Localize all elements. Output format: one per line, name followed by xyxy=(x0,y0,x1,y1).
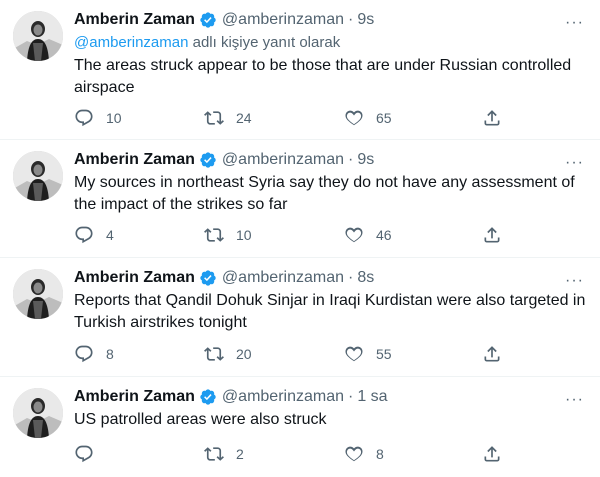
separator: · xyxy=(348,388,354,405)
tweet[interactable]: Amberin Zaman @amberinzaman · 9s ··· @am… xyxy=(0,0,600,140)
like-button[interactable]: 55 xyxy=(344,344,392,364)
reply-icon xyxy=(74,344,94,364)
share-icon xyxy=(482,344,502,364)
avatar[interactable] xyxy=(13,388,63,438)
author-name[interactable]: Amberin Zaman xyxy=(74,151,195,169)
verified-badge-icon xyxy=(199,151,217,169)
retweet-icon xyxy=(204,344,224,364)
tweet-actions: 8 20 55 xyxy=(74,342,504,366)
more-icon[interactable]: ··· xyxy=(564,15,584,31)
separator: · xyxy=(348,151,354,168)
like-count: 46 xyxy=(376,227,392,243)
avatar-image xyxy=(13,269,63,319)
like-count: 55 xyxy=(376,346,392,362)
tweet-text: Reports that Qandil Dohuk Sinjar in Iraq… xyxy=(74,292,586,331)
share-icon xyxy=(482,225,502,245)
like-count: 8 xyxy=(376,446,384,462)
reply-mention[interactable]: @amberinzaman xyxy=(74,34,188,51)
reply-button[interactable]: 4 xyxy=(74,225,114,245)
share-button[interactable] xyxy=(482,344,502,364)
reply-button[interactable] xyxy=(74,444,106,464)
avatar[interactable] xyxy=(13,151,63,201)
separator: · xyxy=(348,269,354,286)
timestamp[interactable]: 9s xyxy=(357,11,374,29)
tweet-text: US patrolled areas were also struck xyxy=(74,411,327,428)
reply-icon xyxy=(74,225,94,245)
share-icon xyxy=(482,444,502,464)
retweet-icon xyxy=(204,108,224,128)
tweet-header: Amberin Zaman @amberinzaman · 9s xyxy=(74,149,586,171)
tweet-text: My sources in northeast Syria say they d… xyxy=(74,174,575,213)
tweet-actions: 10 24 65 xyxy=(74,106,504,130)
timestamp[interactable]: 1 sa xyxy=(357,388,387,406)
like-icon xyxy=(344,444,364,464)
author-handle[interactable]: @amberinzaman xyxy=(222,11,344,29)
tweet-actions: 2 8 xyxy=(74,442,504,466)
author-handle[interactable]: @amberinzaman xyxy=(222,269,344,287)
tweet-header: Amberin Zaman @amberinzaman · 8s xyxy=(74,267,586,289)
retweet-icon xyxy=(204,444,224,464)
share-button[interactable] xyxy=(482,108,502,128)
more-icon[interactable]: ··· xyxy=(564,273,584,289)
separator: · xyxy=(348,11,354,28)
like-icon xyxy=(344,108,364,128)
retweet-button[interactable]: 2 xyxy=(204,444,244,464)
verified-badge-icon xyxy=(199,388,217,406)
timestamp[interactable]: 8s xyxy=(357,269,374,287)
reply-icon xyxy=(74,108,94,128)
like-button[interactable]: 8 xyxy=(344,444,384,464)
reply-button[interactable]: 10 xyxy=(74,108,122,128)
author-handle[interactable]: @amberinzaman xyxy=(222,388,344,406)
reply-count: 4 xyxy=(106,227,114,243)
share-button[interactable] xyxy=(482,444,502,464)
avatar-image xyxy=(13,11,63,61)
verified-badge-icon xyxy=(199,269,217,287)
tweet[interactable]: Amberin Zaman @amberinzaman · 8s ··· Rep… xyxy=(0,258,600,377)
author-handle[interactable]: @amberinzaman xyxy=(222,151,344,169)
tweet[interactable]: Amberin Zaman @amberinzaman · 1 sa ··· U… xyxy=(0,377,600,477)
retweet-icon xyxy=(204,225,224,245)
author-name[interactable]: Amberin Zaman xyxy=(74,388,195,406)
like-button[interactable]: 65 xyxy=(344,108,392,128)
retweet-button[interactable]: 10 xyxy=(204,225,252,245)
retweet-button[interactable]: 20 xyxy=(204,344,252,364)
reply-context-label: adlı kişiye yanıt olarak xyxy=(188,34,341,51)
verified-badge-icon xyxy=(199,11,217,29)
reply-icon xyxy=(74,444,94,464)
more-icon[interactable]: ··· xyxy=(564,155,584,171)
tweet-header: Amberin Zaman @amberinzaman · 9s xyxy=(74,9,586,31)
share-icon xyxy=(482,108,502,128)
retweet-count: 2 xyxy=(236,446,244,462)
tweet-header: Amberin Zaman @amberinzaman · 1 sa xyxy=(74,386,586,408)
avatar-image xyxy=(13,151,63,201)
tweet-actions: 4 10 46 xyxy=(74,223,504,247)
like-count: 65 xyxy=(376,110,392,126)
tweet-text: The areas struck appear to be those that… xyxy=(74,57,572,96)
share-button[interactable] xyxy=(482,225,502,245)
timestamp[interactable]: 9s xyxy=(357,151,374,169)
like-icon xyxy=(344,344,364,364)
retweet-count: 20 xyxy=(236,346,252,362)
reply-button[interactable]: 8 xyxy=(74,344,114,364)
reply-count: 10 xyxy=(106,110,122,126)
more-icon[interactable]: ··· xyxy=(564,392,584,408)
tweet[interactable]: Amberin Zaman @amberinzaman · 9s ··· My … xyxy=(0,140,600,258)
retweet-count: 10 xyxy=(236,227,252,243)
like-icon xyxy=(344,225,364,245)
reply-count: 8 xyxy=(106,346,114,362)
reply-context: @amberinzaman adlı kişiye yanıt olarak xyxy=(74,32,586,54)
avatar[interactable] xyxy=(13,11,63,61)
like-button[interactable]: 46 xyxy=(344,225,392,245)
avatar[interactable] xyxy=(13,269,63,319)
retweet-count: 24 xyxy=(236,110,252,126)
author-name[interactable]: Amberin Zaman xyxy=(74,269,195,287)
avatar-image xyxy=(13,388,63,438)
retweet-button[interactable]: 24 xyxy=(204,108,252,128)
author-name[interactable]: Amberin Zaman xyxy=(74,11,195,29)
